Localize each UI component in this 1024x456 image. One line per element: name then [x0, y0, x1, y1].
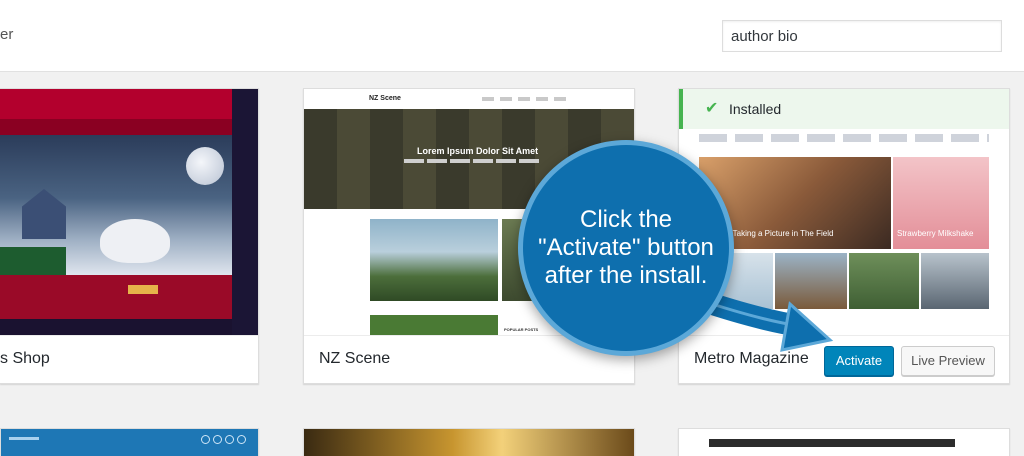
screenshot-menu	[482, 97, 572, 101]
filter-label[interactable]: er	[0, 26, 13, 43]
theme-card-partial[interactable]	[678, 428, 1010, 456]
instruction-callout: Click the "Activate" button after the in…	[518, 140, 734, 356]
screenshot-caption: Strawberry Milkshake	[897, 229, 974, 238]
activate-button[interactable]: Activate	[824, 346, 894, 376]
screenshot-thumb	[775, 253, 847, 309]
screenshot-logo: NZ Scene	[369, 95, 401, 102]
theme-search-input[interactable]	[722, 20, 1002, 52]
live-preview-button[interactable]: Live Preview	[901, 346, 995, 376]
screenshot-thumb	[921, 253, 989, 309]
polar-bear-decoration	[100, 219, 170, 263]
theme-screenshot[interactable]: grapher Taking a Picture in The Field St…	[679, 89, 1009, 335]
screenshot-left-column	[304, 209, 368, 335]
social-icon	[201, 435, 210, 444]
theme-browser-topbar: er	[0, 0, 1024, 72]
screenshot-popular-posts: POPULAR POSTS	[504, 327, 539, 332]
theme-name-bar: s Shop	[0, 335, 258, 383]
theme-name: Metro Magazine	[694, 350, 809, 367]
social-icon	[237, 435, 246, 444]
promo-box	[0, 247, 66, 277]
screenshot-nav	[699, 134, 989, 142]
theme-screenshot[interactable]	[0, 89, 258, 335]
theme-card-partial[interactable]	[0, 428, 259, 456]
screenshot-side-strip	[232, 89, 258, 335]
screenshot-header	[0, 89, 232, 119]
screenshot-nav	[709, 439, 955, 447]
screenshot-thumb	[849, 253, 919, 309]
screenshot-button	[128, 285, 158, 294]
moon-decoration	[186, 147, 224, 185]
screenshot-post-image	[370, 219, 498, 301]
screenshot-hero-subtitle	[404, 159, 539, 163]
callout-text: Click the "Activate" button after the in…	[538, 206, 714, 289]
social-icon	[213, 435, 222, 444]
installed-notice: ✔ Installed	[679, 89, 1009, 129]
social-icon	[225, 435, 234, 444]
installed-label: Installed	[729, 101, 782, 117]
theme-name: NZ Scene	[319, 350, 391, 367]
screenshot-logo	[9, 437, 39, 440]
theme-card-christmas-shop[interactable]: s Shop	[0, 88, 259, 384]
theme-name: s Shop	[0, 350, 50, 367]
screenshot-strip	[0, 319, 232, 335]
check-icon: ✔	[705, 100, 719, 117]
theme-card-partial[interactable]	[303, 428, 635, 456]
screenshot-nav	[0, 119, 232, 135]
screenshot-hero-title: Lorem Ipsum Dolor Sit Amet	[417, 146, 539, 156]
screenshot-post-image	[370, 315, 498, 335]
